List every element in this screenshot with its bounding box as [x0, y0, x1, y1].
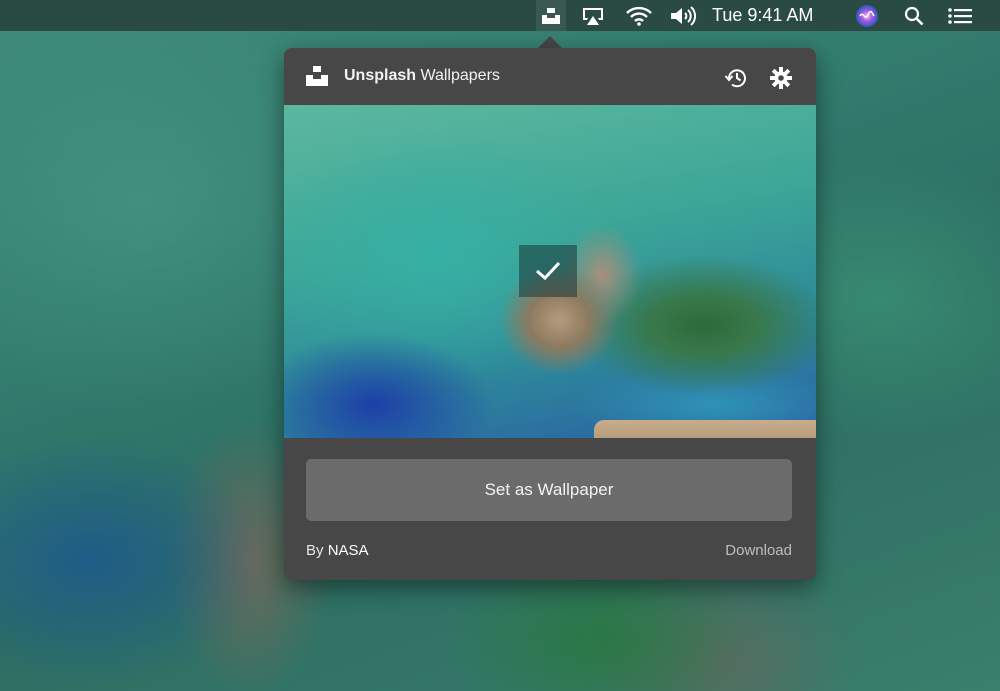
credit-author-link[interactable]: NASA — [328, 542, 369, 559]
current-wallpaper-indicator — [519, 245, 577, 297]
checkmark-icon — [536, 261, 561, 281]
unsplash-icon — [542, 7, 560, 24]
menu-bar: Tue 9:41 AM — [0, 0, 1000, 31]
preview-landmass — [594, 420, 816, 438]
volume-icon[interactable] — [668, 0, 698, 31]
unsplash-logo-icon — [306, 66, 328, 86]
download-link[interactable]: Download — [725, 542, 792, 559]
app-name-rest: Wallpapers — [416, 67, 500, 84]
popover-arrow — [538, 36, 562, 48]
wifi-icon[interactable] — [624, 0, 654, 31]
siri-icon[interactable] — [854, 0, 880, 31]
app-name-bold: Unsplash — [344, 67, 417, 84]
set-as-wallpaper-button[interactable]: Set as Wallpaper — [306, 459, 792, 521]
popover-header: Unsplash Wallpapers — [284, 48, 816, 105]
list-icon[interactable] — [946, 0, 974, 31]
history-button[interactable] — [724, 65, 750, 91]
popover-title: Unsplash Wallpapers — [344, 67, 500, 85]
wallpaper-preview-image[interactable] — [284, 105, 816, 438]
menu-clock[interactable]: Tue 9:41 AM — [712, 0, 832, 31]
unsplash-popover: Unsplash Wallpapers Set as Wallpaper By … — [284, 48, 816, 580]
credit-prefix: By — [306, 542, 328, 559]
airplay-icon[interactable] — [578, 0, 608, 31]
unsplash-menu-icon[interactable] — [536, 0, 566, 31]
search-icon[interactable] — [902, 0, 926, 31]
settings-button[interactable] — [768, 65, 794, 91]
history-icon — [724, 69, 746, 88]
photo-credit: By NASA — [306, 542, 369, 559]
gear-icon — [770, 67, 792, 89]
